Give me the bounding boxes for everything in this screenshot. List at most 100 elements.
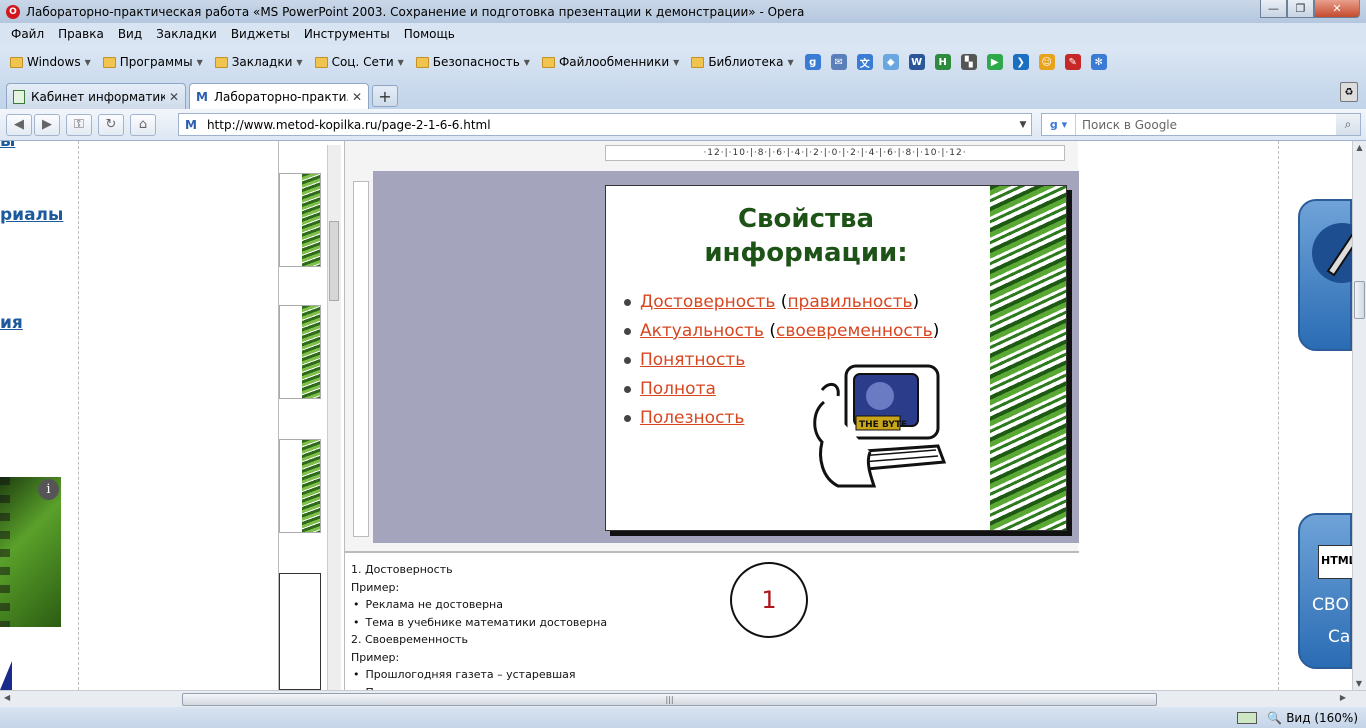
thumbnail-scrollbar-thumb bbox=[329, 221, 339, 301]
h-icon[interactable]: H bbox=[934, 54, 951, 70]
folder-icon bbox=[10, 56, 23, 68]
word-icon[interactable]: W bbox=[908, 54, 925, 70]
slide-area: Свойства информации: Достоверность (прав… bbox=[373, 171, 1079, 543]
notes-line: • Реклама не достоверна bbox=[351, 596, 1073, 614]
list-item: Достоверность (правильность) bbox=[624, 288, 939, 317]
bullet-icon: • bbox=[353, 668, 360, 681]
key-icon[interactable]: ⚿ bbox=[66, 113, 92, 136]
chevron-down-icon: ▼ bbox=[673, 57, 680, 67]
reload-button[interactable]: ↻ bbox=[98, 113, 124, 136]
search-input[interactable]: Поиск в Google bbox=[1076, 118, 1336, 132]
search-box[interactable]: g ▾ Поиск в Google ⌕ bbox=[1041, 113, 1361, 136]
status-bar: 🔍 Вид (160%) bbox=[0, 707, 1366, 728]
forward-button[interactable]: ▶ bbox=[34, 113, 60, 136]
google-icon[interactable]: g bbox=[804, 54, 821, 70]
chevron-down-icon[interactable]: ▼ bbox=[1015, 120, 1031, 130]
vertical-ruler bbox=[353, 181, 369, 537]
right-html-banner[interactable]: HTML СВО Са bbox=[1298, 513, 1352, 669]
banner-text: Са bbox=[1328, 627, 1351, 647]
folder-icon bbox=[691, 56, 705, 68]
translate-icon[interactable]: 文 bbox=[856, 54, 873, 70]
menu-view[interactable]: Вид bbox=[111, 27, 149, 41]
search-icon[interactable]: ⌕ bbox=[1336, 114, 1360, 135]
divider bbox=[1278, 141, 1279, 690]
trash-icon[interactable]: ♻ bbox=[1340, 82, 1358, 102]
window-controls: — ❐ ✕ bbox=[1260, 0, 1360, 18]
menu-file[interactable]: Файл bbox=[4, 27, 51, 41]
flag-icon[interactable]: ▚ bbox=[960, 54, 977, 70]
chevron-down-icon: ▼ bbox=[84, 57, 91, 67]
notes-line: 2. Своевременность bbox=[351, 633, 469, 646]
back-button[interactable]: ◀ bbox=[6, 113, 32, 136]
flower-icon[interactable]: ✻ bbox=[1090, 54, 1107, 70]
slide-thumbnail bbox=[279, 173, 321, 267]
horizontal-scrollbar[interactable]: ◀ ||| ▶ bbox=[0, 690, 1366, 707]
new-tab-button[interactable]: + bbox=[372, 85, 398, 107]
horizontal-scrollbar-thumb[interactable]: ||| bbox=[182, 693, 1157, 706]
right-pen-banner[interactable] bbox=[1298, 199, 1352, 351]
window-titlebar: O Лабораторно-практическая работа «MS Po… bbox=[0, 0, 1366, 23]
tab-cabinet[interactable]: Кабинет информатик... ✕ bbox=[6, 83, 186, 109]
close-tab-icon[interactable]: ✕ bbox=[169, 90, 179, 104]
chevron-down-icon: ▼ bbox=[523, 57, 530, 67]
smile-icon[interactable]: ☺ bbox=[1038, 54, 1055, 70]
bookmark-folder-library[interactable]: Библиотека ▼ bbox=[685, 55, 799, 69]
menu-edit[interactable]: Правка bbox=[51, 27, 111, 41]
home-button[interactable]: ⌂ bbox=[130, 113, 156, 136]
minimize-button[interactable]: — bbox=[1260, 0, 1287, 18]
pen-icon[interactable]: ✎ bbox=[1064, 54, 1081, 70]
folder-icon bbox=[314, 56, 328, 68]
menu-tools[interactable]: Инструменты bbox=[297, 27, 397, 41]
address-input[interactable]: http://www.metod-kopilka.ru/page-2-1-6-6… bbox=[207, 118, 1015, 132]
bookmark-folder-security[interactable]: Безопасность ▼ bbox=[410, 55, 536, 69]
arrow-icon[interactable]: ❯ bbox=[1012, 54, 1029, 70]
slide-thumbnail bbox=[279, 439, 321, 533]
mail-icon[interactable]: ✉ bbox=[830, 54, 847, 70]
banner-text: СВО bbox=[1312, 595, 1349, 615]
bookmark-folder-social[interactable]: Соц. Сети ▼ bbox=[309, 55, 410, 69]
site-favicon-icon: M bbox=[185, 117, 197, 132]
menu-widgets[interactable]: Виджеты bbox=[224, 27, 297, 41]
slides-thumbnail-pane: ✕ bbox=[279, 141, 345, 690]
maximize-button[interactable]: ❐ bbox=[1287, 0, 1314, 18]
vertical-scrollbar-thumb[interactable] bbox=[1354, 281, 1365, 319]
scroll-up-icon[interactable]: ▲ bbox=[1353, 143, 1366, 152]
powerpoint-screenshot: ✕ ·12·|·10·|·8·|·6·|·4·|·2·|·0·|·2·|·4·|… bbox=[278, 141, 1079, 690]
left-link-cut-top[interactable]: ы bbox=[0, 141, 15, 151]
google-icon[interactable]: g ▾ bbox=[1042, 114, 1076, 135]
bookmark-folder-filehosting[interactable]: Файлообменники ▼ bbox=[536, 55, 685, 69]
slide: Свойства информации: Достоверность (прав… bbox=[605, 185, 1067, 531]
menu-bookmarks[interactable]: Закладки bbox=[149, 27, 224, 41]
tab-lab-work[interactable]: M Лабораторно-практи... ✕ bbox=[189, 83, 369, 109]
film-strip bbox=[0, 477, 10, 627]
bookmark-folder-bookmarks[interactable]: Закладки ▼ bbox=[209, 55, 309, 69]
left-link-second[interactable]: ия bbox=[0, 313, 23, 333]
folder-icon bbox=[541, 56, 555, 68]
info-icon[interactable]: i bbox=[38, 479, 59, 500]
page-icon bbox=[13, 89, 25, 104]
list-item: Актуальность (своевременность) bbox=[624, 317, 939, 346]
tab-bar: Кабинет информатик... ✕ M Лабораторно-пр… bbox=[0, 79, 1366, 109]
bookmark-folder-windows[interactable]: Windows ▼ bbox=[4, 55, 97, 69]
zoom-control[interactable]: 🔍 Вид (160%) bbox=[1267, 711, 1358, 725]
scroll-right-icon[interactable]: ▶ bbox=[1340, 693, 1346, 702]
computer-user-clipart: THE BYTE bbox=[813, 364, 947, 488]
scroll-down-icon[interactable]: ▼ bbox=[1353, 679, 1365, 688]
folder-icon bbox=[214, 56, 228, 68]
drop-icon[interactable]: ◆ bbox=[882, 54, 899, 70]
bookmark-folder-programs[interactable]: Программы ▼ bbox=[97, 55, 209, 69]
vertical-scrollbar[interactable]: ▲ ▼ bbox=[1352, 141, 1366, 690]
bullet-icon: • bbox=[353, 598, 360, 611]
play-icon[interactable]: ▶ bbox=[986, 54, 1003, 70]
notes-line: Пример: bbox=[351, 650, 400, 664]
chevron-down-icon: ▼ bbox=[296, 57, 303, 67]
close-window-button[interactable]: ✕ bbox=[1314, 0, 1360, 18]
divider bbox=[78, 141, 79, 690]
close-tab-icon[interactable]: ✕ bbox=[352, 90, 362, 104]
address-bar[interactable]: M http://www.metod-kopilka.ru/page-2-1-6… bbox=[178, 113, 1032, 136]
panel-toggle-icon[interactable] bbox=[1237, 711, 1258, 724]
horizontal-ruler: ·12·|·10·|·8·|·6·|·4·|·2·|·0·|·2·|·4·|·6… bbox=[605, 145, 1065, 161]
left-link-materials[interactable]: риалы bbox=[0, 205, 63, 225]
menu-help[interactable]: Помощь bbox=[397, 27, 462, 41]
scroll-left-icon[interactable]: ◀ bbox=[4, 693, 10, 702]
